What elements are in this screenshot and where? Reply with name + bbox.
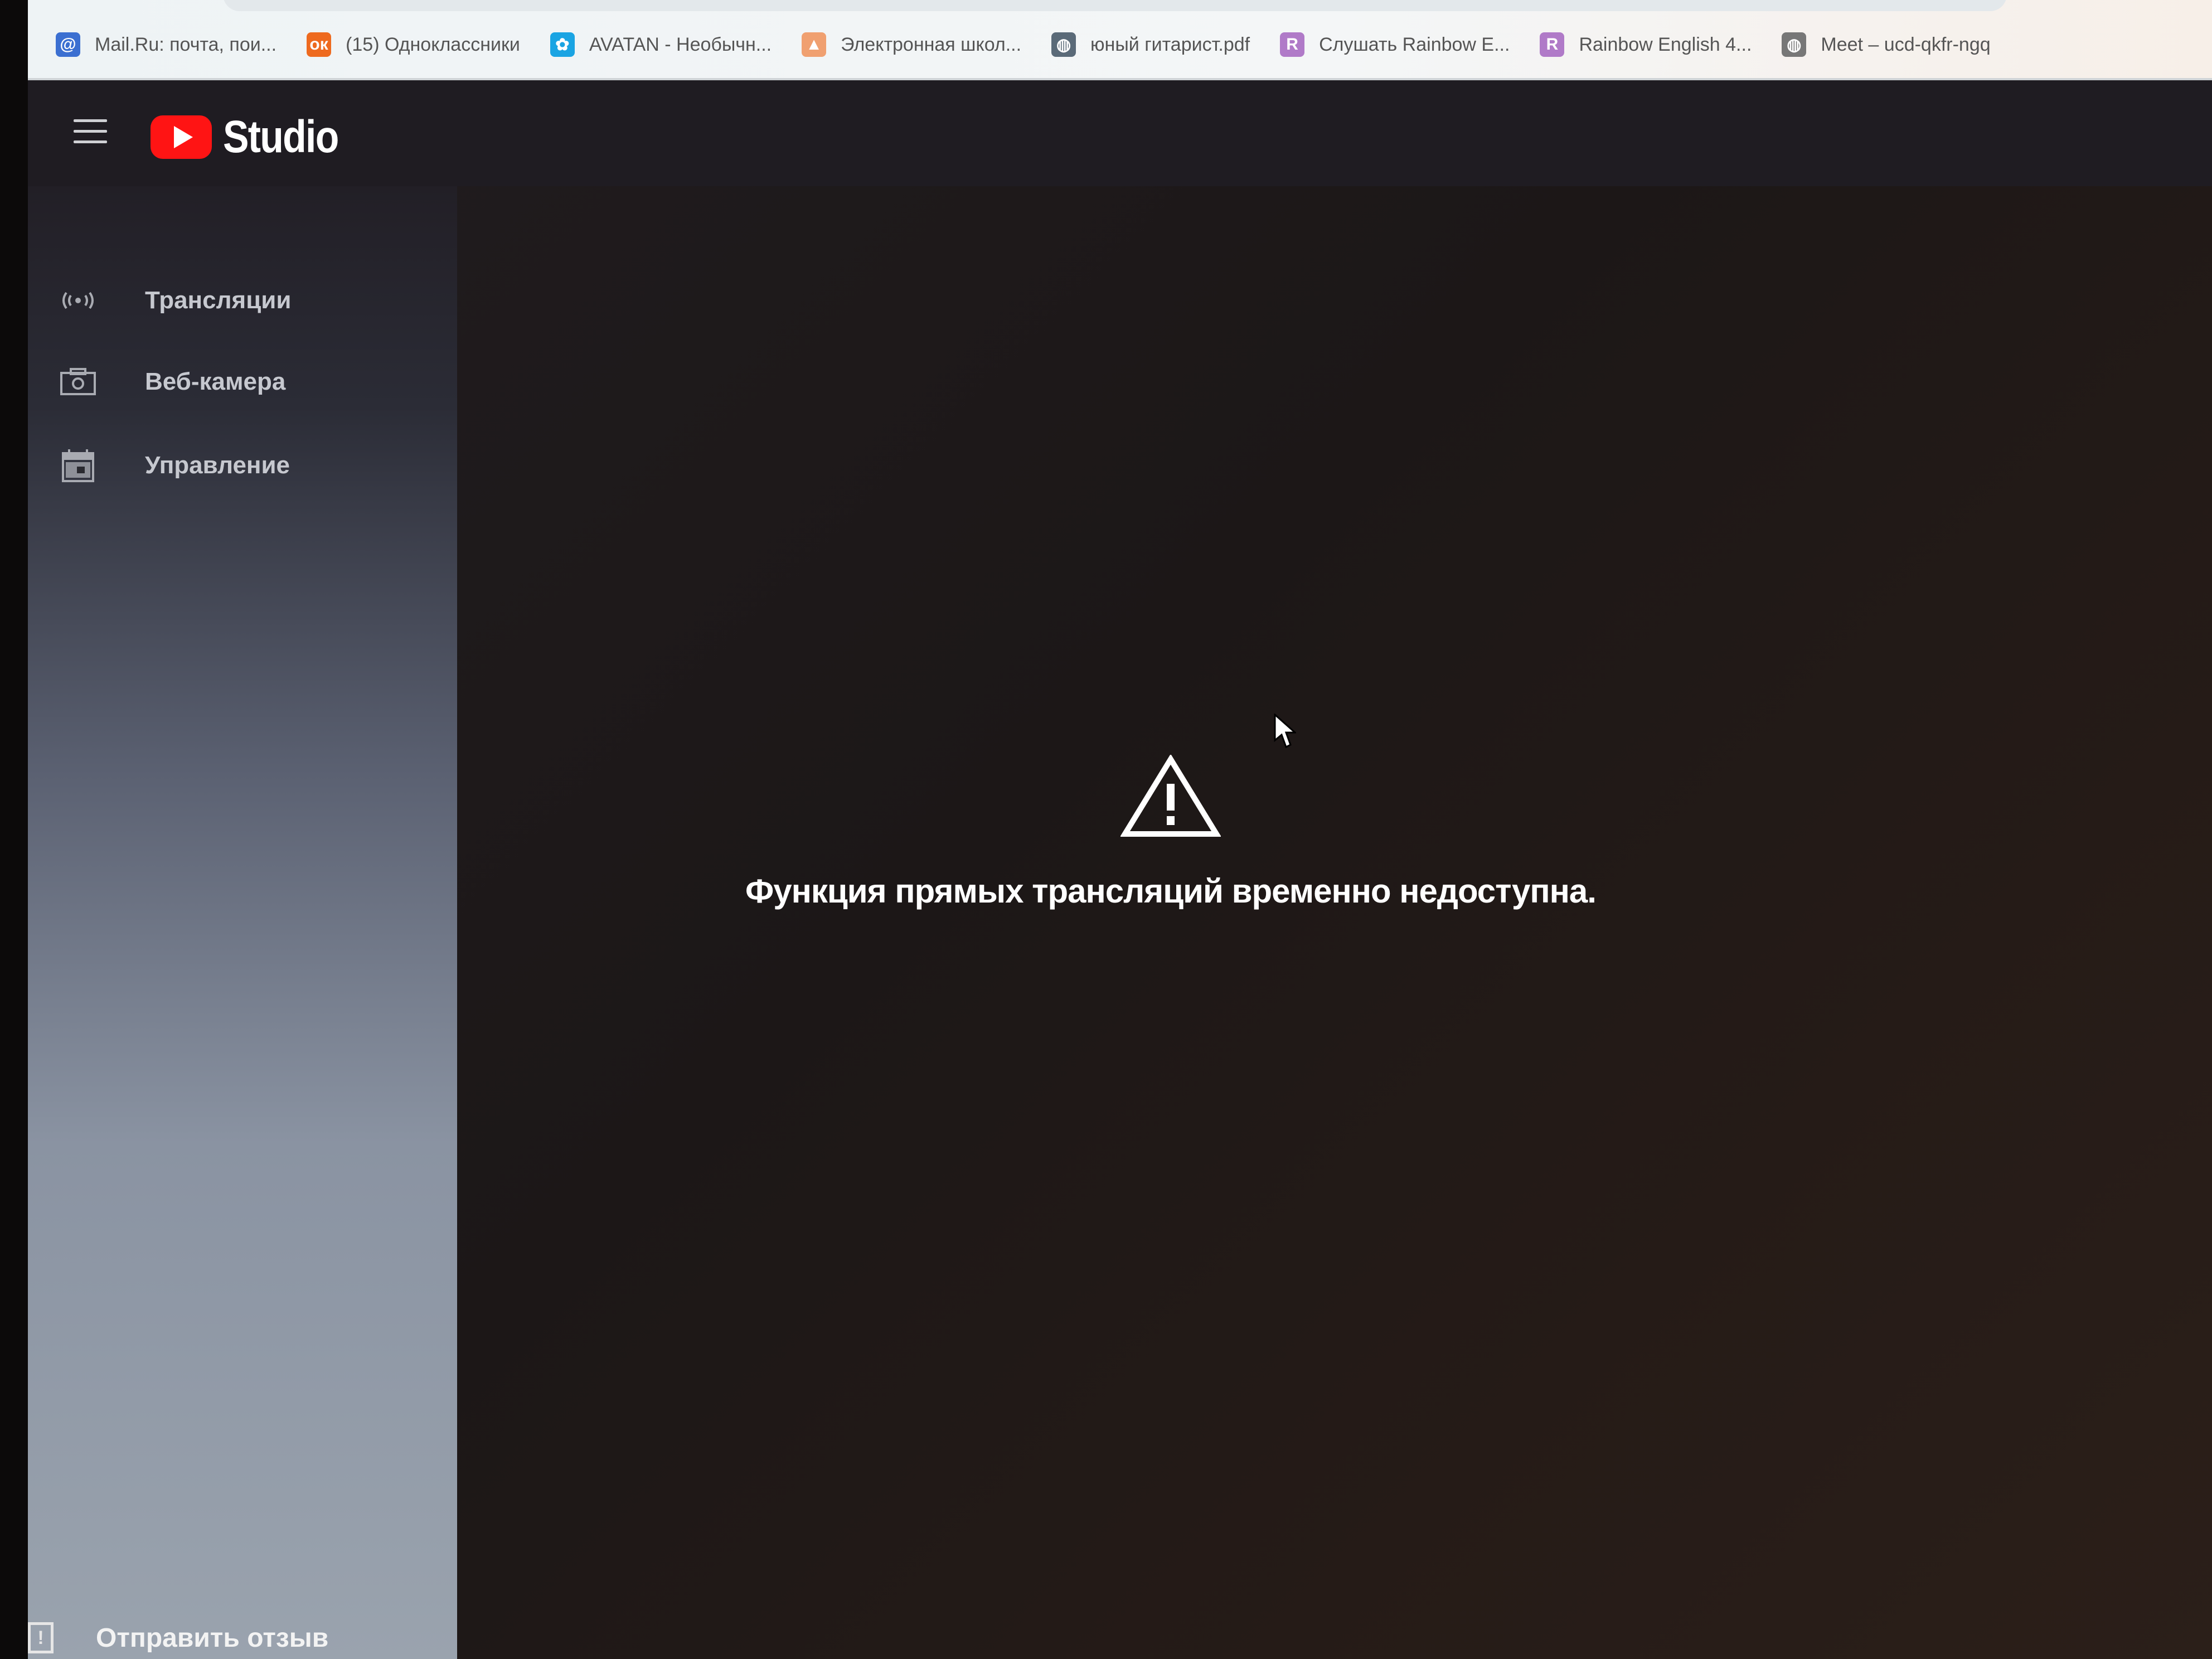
bookmark-label: Слушать Rainbow E...	[1319, 33, 1510, 55]
warning-icon	[1120, 755, 1221, 837]
school-icon: ▲	[802, 32, 827, 57]
send-feedback-button[interactable]: ! Отправить отзыв	[28, 1622, 328, 1653]
globe-icon: ◍	[1782, 32, 1807, 57]
sidebar-item-label: Веб-камера	[145, 368, 286, 395]
error-message-text: Функция прямых трансляций временно недос…	[745, 872, 1597, 910]
camera-icon	[56, 362, 100, 401]
sidebar: Трансляции Веб-камера Управление ! Отпра…	[28, 186, 457, 1659]
bookmark-item[interactable]: ок (15) Одноклассники	[307, 25, 520, 64]
bookmark-label: Meet – ucd-qkfr-ngq	[1821, 33, 1991, 55]
bookmark-item[interactable]: @ Mail.Ru: почта, пои...	[56, 25, 276, 64]
feedback-icon: !	[28, 1622, 54, 1653]
screen-bezel	[0, 0, 28, 1659]
sidebar-item-label: Управление	[145, 452, 290, 479]
mouse-cursor-icon	[1274, 714, 1296, 749]
bookmark-item[interactable]: ▲ Электронная школ...	[802, 25, 1021, 64]
browser-chrome: @ Mail.Ru: почта, пои... ок (15) Одноклассн…	[28, 0, 2212, 80]
sidebar-item-broadcasts[interactable]: Трансляции	[28, 270, 457, 331]
sidebar-item-manage[interactable]: Управление	[28, 435, 457, 496]
bookmark-item[interactable]: ✿ AVATAN - Необычн...	[550, 25, 772, 64]
bookmark-item[interactable]: R Rainbow English 4...	[1540, 25, 1752, 64]
youtube-studio-app: Studio Трансляции Веб-камера Управление …	[28, 80, 2212, 1659]
sidebar-item-webcam[interactable]: Веб-камера	[28, 351, 457, 413]
app-header: Studio	[28, 80, 2212, 186]
calendar-icon	[56, 446, 100, 485]
rainbow-icon: R	[1540, 32, 1565, 57]
bookmark-label: юный гитарист.pdf	[1090, 33, 1250, 55]
bookmark-label: Mail.Ru: почта, пои...	[95, 33, 277, 55]
menu-icon[interactable]	[74, 119, 107, 147]
sidebar-item-label: Трансляции	[145, 287, 292, 314]
bookmark-item[interactable]: ◍ Meet – ucd-qkfr-ngq	[1782, 25, 1991, 64]
rainbow-icon: R	[1280, 32, 1305, 57]
odnoklassniki-icon: ок	[307, 32, 332, 57]
bookmark-item[interactable]: R Слушать Rainbow E...	[1280, 25, 1510, 64]
bookmark-item[interactable]: ◍ юный гитарист.pdf	[1051, 25, 1250, 64]
bookmark-label: AVATAN - Необычн...	[589, 33, 772, 55]
mailru-icon: @	[56, 32, 80, 57]
bookmark-label: Электронная школ...	[841, 33, 1022, 55]
feedback-label: Отправить отзыв	[96, 1623, 329, 1653]
bookmark-label: Rainbow English 4...	[1579, 33, 1752, 55]
globe-icon: ◍	[1051, 32, 1076, 57]
address-bar[interactable]	[223, 0, 2007, 11]
logo-text: Studio	[223, 111, 339, 162]
studio-logo[interactable]: Studio	[151, 111, 358, 163]
youtube-play-icon	[151, 115, 212, 159]
avatan-icon: ✿	[550, 32, 575, 57]
live-broadcast-icon	[56, 281, 100, 320]
unavailable-message: Функция прямых трансляций временно недос…	[457, 755, 1884, 910]
bookmark-label: (15) Одноклассники	[346, 33, 520, 55]
bookmarks-bar: @ Mail.Ru: почта, пои... ок (15) Одноклассн…	[56, 25, 2021, 64]
main-content: Функция прямых трансляций временно недос…	[457, 186, 2212, 1659]
